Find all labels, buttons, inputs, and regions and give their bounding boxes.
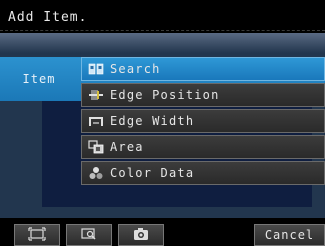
- menu-item-area[interactable]: Area: [81, 135, 325, 159]
- area-icon: [88, 140, 104, 154]
- edge-position-icon: [88, 88, 104, 102]
- menu-item-label: Edge Width: [110, 114, 195, 128]
- title-bar: Add Item.: [0, 0, 325, 33]
- menu-item-label: Color Data: [110, 166, 195, 180]
- camera-icon: [132, 226, 150, 245]
- screen: Add Item. Item Search Edge Position Edge…: [0, 0, 325, 246]
- menu-item-edge-position[interactable]: Edge Position: [81, 83, 325, 107]
- item-label: Item: [22, 72, 56, 86]
- title-divider: [0, 30, 325, 31]
- menu-item-search[interactable]: Search: [81, 57, 325, 81]
- search-grid-icon: [88, 62, 104, 76]
- menu-item-label: Edge Position: [110, 88, 220, 102]
- menu-item-label: Search: [110, 62, 161, 76]
- page-title: Add Item.: [8, 10, 88, 25]
- add-item-menu: Search Edge Position Edge Width Area Col…: [81, 57, 325, 186]
- menu-item-color-data[interactable]: Color Data: [81, 161, 325, 185]
- color-data-icon: [88, 166, 104, 180]
- cancel-button[interactable]: Cancel: [254, 224, 325, 246]
- edge-width-icon: [88, 114, 104, 128]
- zoom-icon: [80, 226, 98, 245]
- menu-item-edge-width[interactable]: Edge Width: [81, 109, 325, 133]
- camera-button[interactable]: [118, 224, 164, 246]
- frame-button[interactable]: [14, 224, 60, 246]
- zoom-button[interactable]: [66, 224, 112, 246]
- menu-item-label: Area: [110, 140, 144, 154]
- frame-icon: [28, 226, 46, 245]
